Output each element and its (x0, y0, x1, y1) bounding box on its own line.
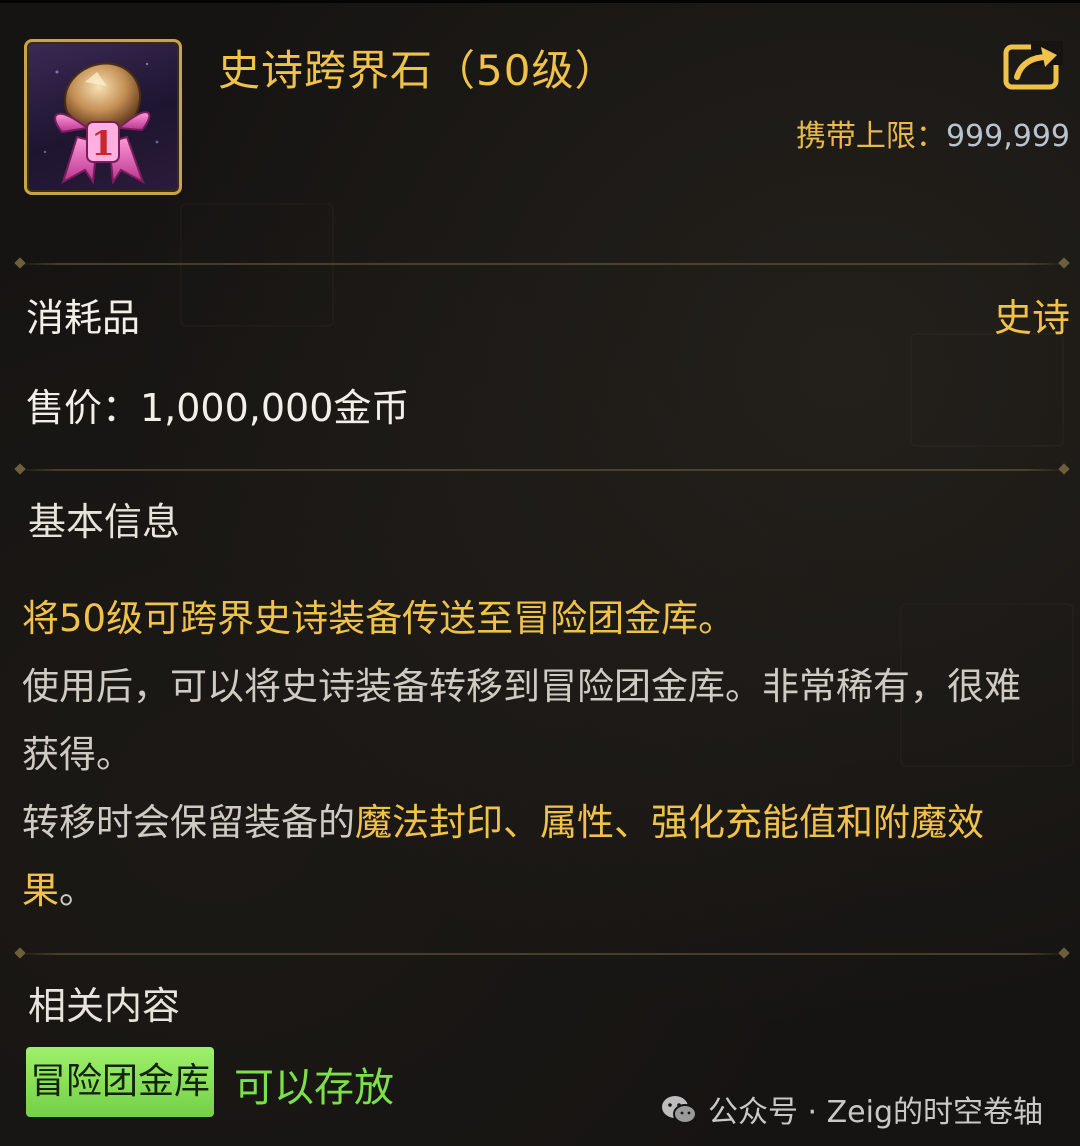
basic-info-heading: 基本信息 (28, 500, 181, 544)
storage-status: 可以存放 (234, 1065, 394, 1111)
watermark: 公众号 · Zeig的时空卷轴 (660, 1087, 1043, 1134)
related-content-heading: 相关内容 (28, 984, 181, 1028)
watermark-text: 公众号 · Zeig的时空卷轴 (708, 1095, 1043, 1130)
carry-limit: 携带上限：999,999 (796, 111, 1070, 155)
open-external-icon (1003, 41, 1063, 90)
carry-limit-label: 携带上限： (795, 119, 946, 154)
item-description: 将50级可跨界史诗装备传送至冒险团金库。 使用后，可以将史诗装备转移到冒险团金库… (22, 585, 1022, 925)
open-external-button[interactable] (1003, 41, 1063, 91)
divider (16, 469, 1068, 471)
svg-text:1: 1 (91, 124, 115, 164)
divider (16, 953, 1068, 955)
divider (16, 263, 1068, 265)
description-usage: 使用后，可以将史诗装备转移到冒险团金库。非常稀有，很难获得。 (22, 665, 1021, 776)
description-retain: 转移时会保留装备的魔法封印、属性、强化充能值和附魔效果。 (22, 789, 1022, 925)
item-title: 史诗跨界石（50级） (218, 46, 618, 95)
item-tooltip-panel: 1 史诗跨界石（50级） 携带上限：999,999 消耗品 史诗 售价：1,00… (0, 0, 1080, 1146)
item-icon: 1 (24, 39, 182, 195)
background-texture (910, 333, 1064, 447)
background-texture (180, 203, 334, 327)
storage-tag-adventure-vault[interactable]: 冒险团金库 (26, 1047, 215, 1117)
carry-limit-value: 999,999 (945, 119, 1070, 154)
retain-suffix: 。 (59, 869, 96, 912)
wechat-icon (660, 1094, 698, 1134)
retain-prefix: 转移时会保留装备的 (22, 801, 355, 844)
description-summary: 将50级可跨界史诗装备传送至冒险团金库。 (22, 597, 736, 640)
sell-price: 售价：1,000,000金币 (26, 386, 410, 430)
epic-cross-stone-icon: 1 (43, 62, 159, 185)
item-type: 消耗品 (26, 296, 141, 340)
item-rarity: 史诗 (993, 296, 1070, 340)
